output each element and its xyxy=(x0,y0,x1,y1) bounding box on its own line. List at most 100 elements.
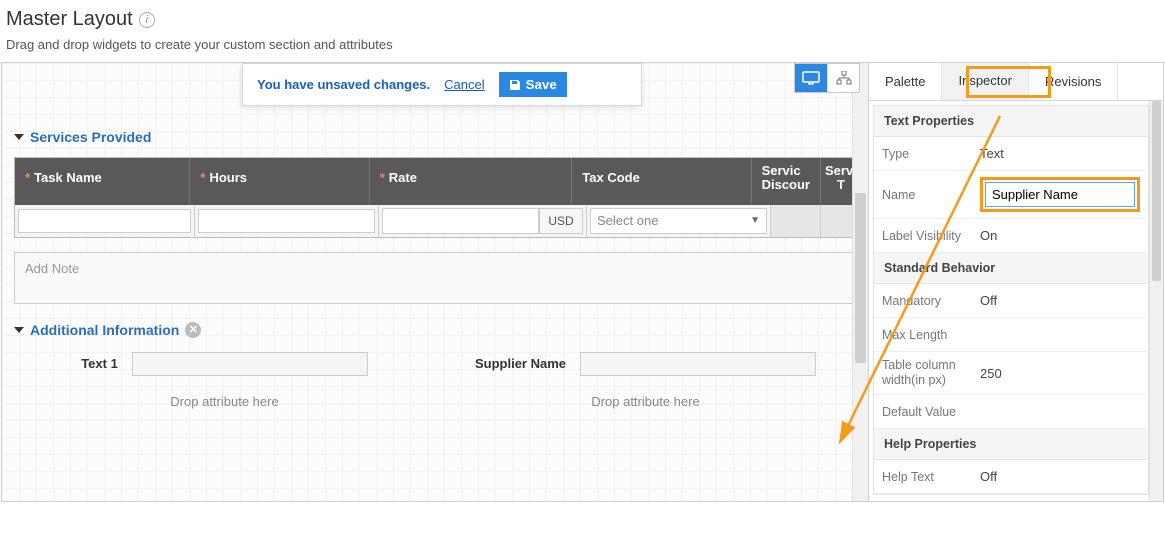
col-tax-code[interactable]: Tax Code xyxy=(572,158,751,205)
prop-col-width: Table column width(in px) 250 xyxy=(874,352,1148,395)
chevron-down-icon: ▼ xyxy=(750,215,760,226)
section-additional-info: Additional Information ✕ Text 1 Drop att… xyxy=(14,322,856,409)
hours-input[interactable] xyxy=(198,209,375,233)
cancel-link[interactable]: Cancel xyxy=(444,77,484,92)
col-hours[interactable]: Hours xyxy=(190,158,369,205)
standard-behavior-header: Standard Behavior xyxy=(874,253,1148,284)
save-icon xyxy=(509,79,521,91)
page-header: Master Layout i xyxy=(0,0,1165,35)
prop-name: Name xyxy=(874,171,1148,219)
cell-discount[interactable] xyxy=(771,205,821,237)
tab-inspector[interactable]: Inspector xyxy=(942,63,1028,100)
unsaved-changes-bar: You have unsaved changes. Cancel Save xyxy=(242,63,642,106)
hierarchy-icon xyxy=(836,71,852,85)
panel-tabs: Palette Inspector Revisions xyxy=(869,63,1163,101)
cell-serv-t[interactable] xyxy=(821,205,855,237)
page-title-text: Master Layout xyxy=(6,8,133,31)
chevron-down-icon xyxy=(14,327,24,333)
cell-hours[interactable] xyxy=(195,205,379,237)
services-grid: Task Name Hours Rate Tax Code Servic Dis… xyxy=(14,157,856,238)
rate-input[interactable] xyxy=(382,208,539,234)
col-rate[interactable]: Rate xyxy=(370,158,573,205)
tax-code-placeholder: Select one xyxy=(597,213,658,228)
prop-label-visibility: Label Visibility On xyxy=(874,219,1148,253)
page-subtitle: Drag and drop widgets to create your cus… xyxy=(0,35,1165,62)
cell-tax-code[interactable]: Select one ▼ xyxy=(587,205,771,237)
form-col-1: Text 1 Drop attribute here xyxy=(14,352,435,409)
canvas-scroll-thumb[interactable] xyxy=(855,193,866,363)
currency-label: USD xyxy=(539,208,583,234)
layout-canvas[interactable]: You have unsaved changes. Cancel Save Se… xyxy=(2,63,868,501)
inspector-panel: Palette Inspector Revisions Text Propert… xyxy=(868,63,1163,501)
col-discount-l1: Servic xyxy=(762,163,801,178)
prop-colwidth-label: Table column width(in px) xyxy=(874,352,972,394)
col-servt-l1: Serv xyxy=(825,163,853,178)
cell-rate[interactable]: USD xyxy=(379,205,587,237)
prop-max-length: Max Length xyxy=(874,318,1148,352)
prop-name-input[interactable] xyxy=(985,182,1135,207)
section-services-provided: Services Provided Task Name Hours Rate T… xyxy=(14,129,856,238)
panel-scroll-thumb[interactable] xyxy=(1152,101,1161,281)
prop-default-label: Default Value xyxy=(874,399,972,425)
page-title: Master Layout i xyxy=(6,8,1159,31)
field-text1-input[interactable] xyxy=(132,352,368,376)
section-additional-title: Additional Information xyxy=(30,322,179,338)
prop-default-value[interactable] xyxy=(972,406,1148,418)
drop-hint-1: Drop attribute here xyxy=(170,394,278,409)
prop-mandatory-value[interactable]: Off xyxy=(972,287,1148,314)
field-supplier-name[interactable]: Supplier Name xyxy=(475,352,816,376)
prop-colwidth-value[interactable]: 250 xyxy=(972,360,1148,387)
tax-code-select[interactable]: Select one ▼ xyxy=(590,208,767,234)
workspace: You have unsaved changes. Cancel Save Se… xyxy=(1,62,1164,502)
tab-palette[interactable]: Palette xyxy=(869,63,942,100)
col-task-name[interactable]: Task Name xyxy=(15,158,190,205)
field-text1[interactable]: Text 1 xyxy=(81,352,368,376)
save-button[interactable]: Save xyxy=(499,72,567,97)
cell-task-name[interactable] xyxy=(15,205,195,237)
prop-helptext-value[interactable]: Off xyxy=(972,463,1148,490)
col-discount-l2: Discour xyxy=(762,177,810,192)
prop-type-value: Text xyxy=(972,140,1148,167)
prop-default-value: Default Value xyxy=(874,395,1148,429)
form-col-2: Supplier Name Drop attribute here xyxy=(435,352,856,409)
grid-header-row: Task Name Hours Rate Tax Code Servic Dis… xyxy=(15,158,855,205)
col-discount[interactable]: Servic Discour xyxy=(752,158,821,205)
chevron-down-icon xyxy=(14,134,24,140)
tab-revisions[interactable]: Revisions xyxy=(1029,63,1118,100)
section-toggle-additional[interactable]: Additional Information ✕ xyxy=(14,322,856,338)
col-serv-t[interactable]: Serv T xyxy=(821,158,855,205)
device-view-button[interactable] xyxy=(795,64,827,92)
prop-labelvis-value[interactable]: On xyxy=(972,222,1148,249)
field-supplier-input[interactable] xyxy=(580,352,816,376)
unsaved-message: You have unsaved changes. xyxy=(257,77,430,92)
prop-name-label: Name xyxy=(874,182,972,208)
save-button-label: Save xyxy=(526,77,557,92)
task-name-input[interactable] xyxy=(18,209,191,233)
section-services-title: Services Provided xyxy=(30,129,151,145)
annotation-highlight-name xyxy=(980,177,1140,212)
monitor-icon xyxy=(802,71,820,85)
prop-mandatory-label: Mandatory xyxy=(874,288,972,314)
grid-data-row: USD Select one ▼ xyxy=(15,205,855,237)
panel-scrollbar[interactable] xyxy=(1149,101,1163,501)
field-text1-label: Text 1 xyxy=(81,356,118,371)
prop-help-text: Help Text Off xyxy=(874,460,1148,494)
col-servt-l2: T xyxy=(825,177,845,192)
prop-helptext-label: Help Text xyxy=(874,464,972,490)
help-properties-header: Help Properties xyxy=(874,429,1148,460)
prop-maxlen-value[interactable] xyxy=(972,329,1148,341)
view-toolbar xyxy=(794,63,860,93)
prop-labelvis-label: Label Visibility xyxy=(874,223,972,249)
additional-form-row: Text 1 Drop attribute here Supplier Name… xyxy=(14,352,856,409)
add-note-area[interactable]: Add Note xyxy=(14,252,856,304)
section-toggle-services[interactable]: Services Provided xyxy=(14,129,856,145)
hierarchy-view-button[interactable] xyxy=(827,64,859,92)
prop-type-label: Type xyxy=(874,141,972,167)
field-supplier-label: Supplier Name xyxy=(475,356,566,371)
prop-type: Type Text xyxy=(874,137,1148,171)
info-icon[interactable]: i xyxy=(139,12,155,28)
prop-mandatory: Mandatory Off xyxy=(874,284,1148,318)
remove-section-icon[interactable]: ✕ xyxy=(185,322,201,338)
inspector-body: Text Properties Type Text Name Label Vis… xyxy=(869,101,1163,501)
canvas-scrollbar[interactable] xyxy=(852,63,868,501)
